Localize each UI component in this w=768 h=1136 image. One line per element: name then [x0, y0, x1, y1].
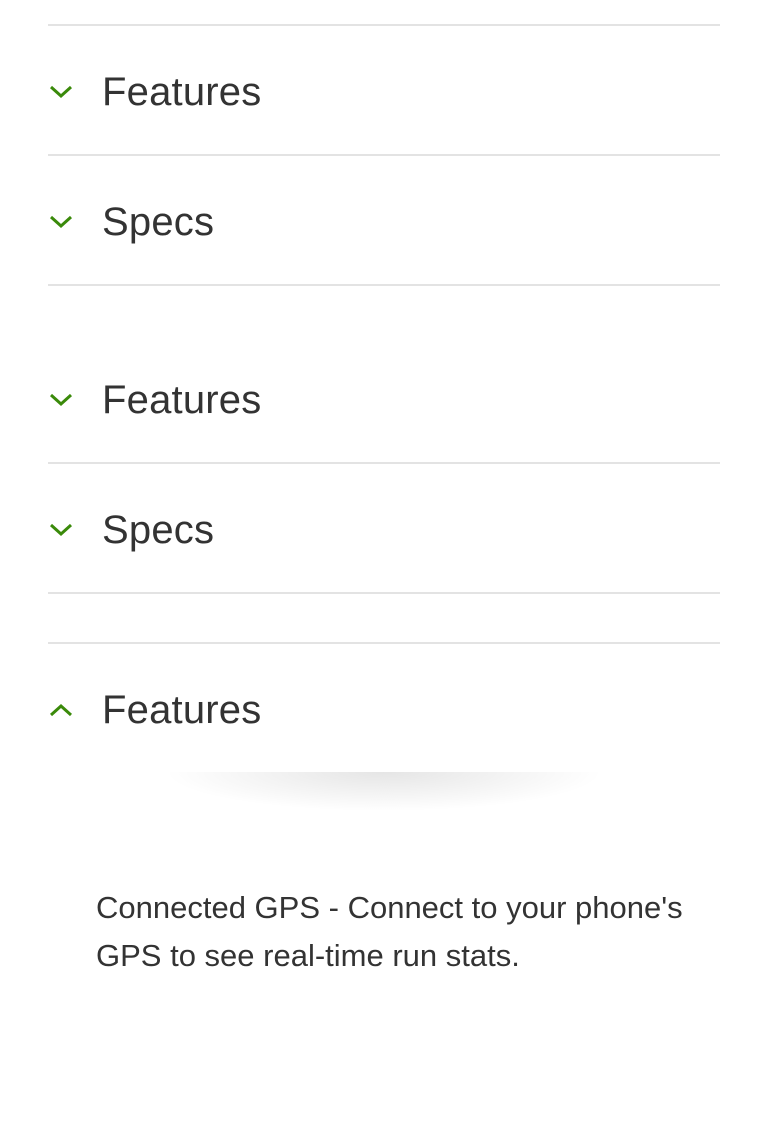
- divider: [48, 24, 720, 26]
- chevron-down-icon: [48, 520, 74, 540]
- chevron-down-icon: [48, 212, 74, 232]
- divider: [48, 642, 720, 644]
- accordion-label: Features: [102, 688, 262, 732]
- accordion-label: Specs: [102, 508, 215, 552]
- accordion-label: Features: [102, 70, 262, 114]
- chevron-up-icon: [48, 700, 74, 720]
- divider: [48, 284, 720, 286]
- accordion-features-3[interactable]: Features: [48, 660, 720, 760]
- accordion-label: Features: [102, 378, 262, 422]
- accordion-label: Specs: [102, 200, 215, 244]
- divider: [48, 462, 720, 464]
- panel-shadow: [72, 772, 696, 828]
- accordion-specs-1[interactable]: Specs: [48, 172, 720, 272]
- accordion-content: Connected GPS - Connect to your phone's …: [96, 890, 683, 973]
- accordion-specs-2[interactable]: Specs: [48, 480, 720, 580]
- accordion-features-2[interactable]: Features: [48, 350, 720, 450]
- divider: [48, 592, 720, 594]
- chevron-down-icon: [48, 390, 74, 410]
- accordion-features-1[interactable]: Features: [48, 42, 720, 142]
- divider: [48, 154, 720, 156]
- chevron-down-icon: [48, 82, 74, 102]
